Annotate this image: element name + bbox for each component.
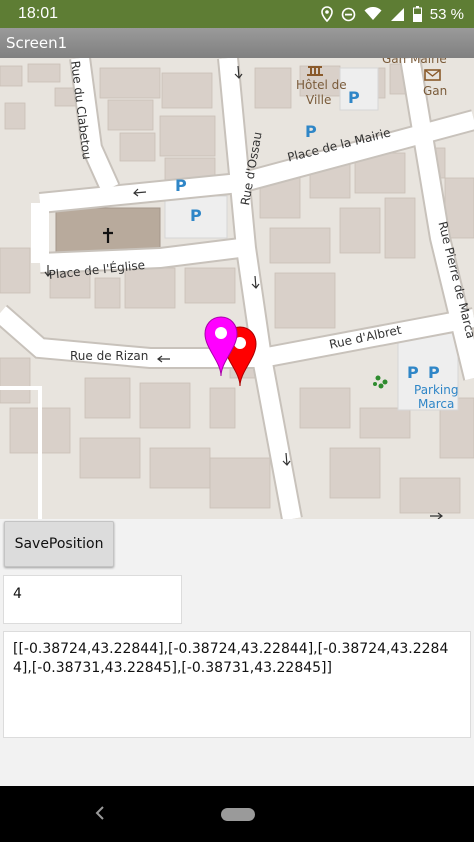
location-icon <box>320 6 333 22</box>
parking-icon: P <box>305 122 317 141</box>
screen-title: Screen1 <box>6 34 68 52</box>
street-label: Rue de Rizan <box>70 349 149 363</box>
parking-icon: P <box>175 176 187 195</box>
map-view[interactable]: Rue du Clabetou Place de la Mairie Rue d… <box>0 58 474 519</box>
do-not-disturb-icon <box>341 7 356 22</box>
place-label: Gan Mairie <box>382 58 447 66</box>
parking-icon: P <box>428 363 440 382</box>
parking-icon: P <box>190 206 202 225</box>
battery-icon <box>412 6 422 22</box>
place-label: Gan <box>423 84 448 98</box>
map-canvas <box>0 58 474 519</box>
signal-icon <box>390 7 405 22</box>
navigation-bar <box>0 786 474 842</box>
magenta-marker[interactable] <box>203 316 239 378</box>
title-bar: Screen1 <box>0 28 474 58</box>
save-position-button[interactable]: SavePosition <box>4 521 114 567</box>
positions-textarea[interactable]: [[-0.38724,43.22844],[-0.38724,43.22844]… <box>3 631 471 738</box>
counter-textbox[interactable]: 4 <box>3 575 182 624</box>
status-time: 18:01 <box>18 5 59 22</box>
battery-percent: 53 % <box>429 5 464 23</box>
status-bar: 18:01 53 % <box>0 0 474 28</box>
place-label: Parking <box>414 383 459 397</box>
back-icon[interactable] <box>94 805 106 826</box>
wifi-icon <box>364 7 382 21</box>
parking-icon: P <box>348 88 360 107</box>
parking-icon: P <box>407 363 419 382</box>
place-label: Marca <box>418 397 455 411</box>
home-pill-icon[interactable] <box>221 808 255 821</box>
app-screen: 18:01 53 % Screen1 Rue du Clabetou Place… <box>0 0 474 842</box>
place-label: Hôtel de <box>296 78 347 92</box>
status-icons: 53 % <box>320 4 464 24</box>
place-label: Ville <box>306 93 332 107</box>
